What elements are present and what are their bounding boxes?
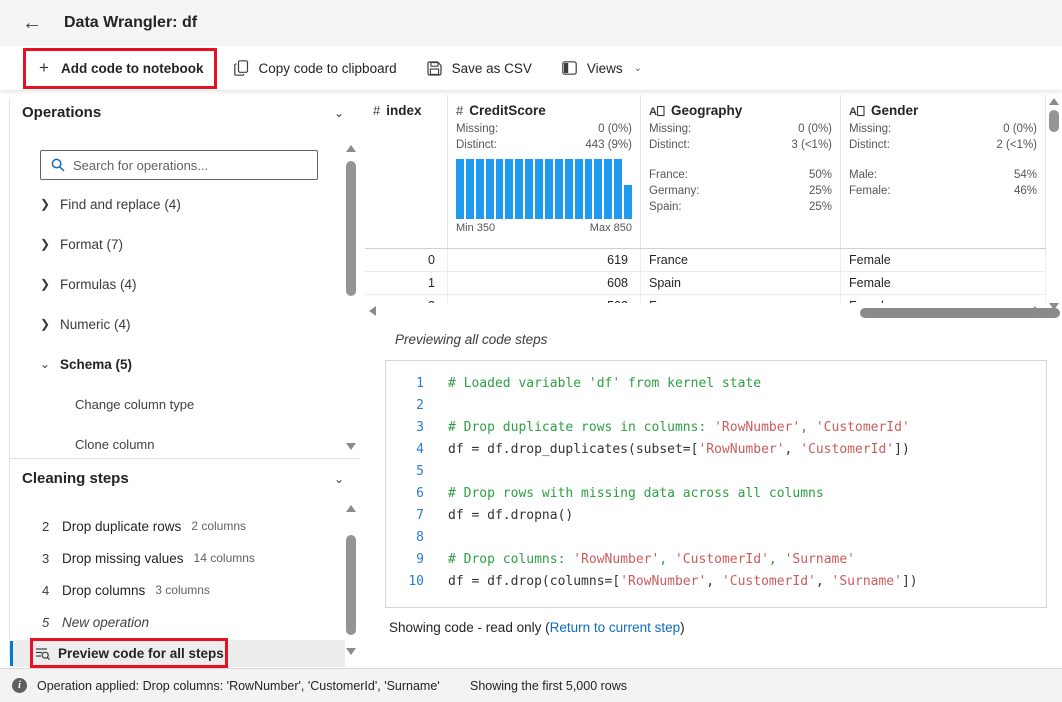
section-divider [9, 458, 359, 459]
column-header-index[interactable]: # index [365, 95, 448, 248]
creditscore-histogram [456, 159, 632, 219]
scroll-down-arrow-icon[interactable] [346, 648, 356, 655]
grid-rows: 0 619 France Female 1 608 Spain Female 2… [365, 248, 1046, 303]
column-header-geography[interactable]: A Geography Missing:0 (0%) Distinct:3 (<… [641, 95, 841, 248]
code-editor[interactable]: 1# Loaded variable 'df' from kernel stat… [385, 360, 1047, 608]
grid-header: # index # CreditScore Missing:0 (0%) Dis… [365, 95, 1046, 248]
text-type-icon: A [849, 104, 865, 117]
operation-change-column-type[interactable]: Change column type [0, 384, 340, 424]
column-header-creditscore[interactable]: # CreditScore Missing:0 (0%) Distinct:44… [448, 95, 641, 248]
page-title: Data Wrangler: df [64, 14, 197, 32]
save-icon [427, 60, 443, 76]
svg-text:A: A [649, 106, 657, 117]
add-code-to-notebook-button[interactable]: + Add code to notebook [36, 60, 204, 76]
operations-collapse-chevron-icon[interactable]: ⌄ [334, 106, 344, 120]
return-to-current-step-link[interactable]: Return to current step [550, 620, 681, 635]
toolbar: + Add code to notebook Copy code to clip… [0, 46, 1062, 90]
preview-code-for-all-steps[interactable]: Preview code for all steps [13, 640, 345, 667]
numeric-type-icon: # [456, 103, 463, 118]
copy-icon [234, 60, 250, 76]
text-type-icon: A [649, 104, 665, 117]
cleaning-steps-section-title: Cleaning steps [22, 470, 129, 487]
grid-vertical-scrollbar[interactable] [1048, 98, 1060, 310]
scroll-down-arrow-icon[interactable] [346, 443, 356, 450]
cleaning-steps-scrollbar-thumb[interactable] [346, 535, 356, 635]
step-drop-missing-values[interactable]: 3 Drop missing values 14 columns [0, 542, 340, 574]
table-row[interactable]: 1 608 Spain Female [365, 272, 1046, 295]
scroll-up-arrow-icon[interactable] [1049, 98, 1059, 105]
operations-list: ❯ Find and replace (4) ❯ Format (7) ❯ Fo… [0, 184, 340, 464]
code-caption: Previewing all code steps [395, 332, 547, 347]
search-icon [51, 158, 65, 172]
step-new-operation[interactable]: 5 New operation [0, 606, 340, 638]
status-message: Operation applied: Drop columns: 'RowNum… [37, 679, 440, 693]
scroll-up-arrow-icon[interactable] [346, 505, 356, 512]
chevron-down-icon: ⌄ [634, 63, 642, 74]
chevron-right-icon: ❯ [30, 237, 60, 251]
scroll-left-arrow-icon[interactable] [369, 306, 376, 316]
grid-horizontal-scrollbar[interactable] [365, 303, 1045, 318]
operations-scrollbar-thumb[interactable] [346, 161, 356, 296]
code-footer: Showing code - read only (Return to curr… [389, 620, 685, 635]
scroll-up-arrow-icon[interactable] [346, 145, 356, 152]
grid-hscrollbar-thumb[interactable] [860, 308, 1060, 318]
cleaning-steps-list: 2 Drop duplicate rows 2 columns 3 Drop m… [0, 510, 340, 638]
operation-group-format[interactable]: ❯ Format (7) [0, 224, 340, 264]
info-icon: i [12, 678, 27, 693]
operation-group-formulas[interactable]: ❯ Formulas (4) [0, 264, 340, 304]
svg-text:A: A [849, 106, 857, 117]
rows-info: Showing the first 5,000 rows [470, 679, 627, 693]
plus-icon: + [36, 60, 52, 76]
operations-search[interactable] [40, 150, 318, 180]
views-icon [562, 60, 578, 76]
operations-section-title: Operations [22, 104, 101, 121]
titlebar: ← Data Wrangler: df [0, 0, 1062, 46]
step-drop-duplicate-rows[interactable]: 2 Drop duplicate rows 2 columns [0, 510, 340, 542]
search-input[interactable] [73, 158, 317, 173]
operation-group-numeric[interactable]: ❯ Numeric (4) [0, 304, 340, 344]
chevron-down-icon: ⌄ [30, 357, 60, 371]
copy-code-button[interactable]: Copy code to clipboard [234, 60, 397, 76]
save-as-csv-button[interactable]: Save as CSV [427, 60, 532, 76]
back-arrow-icon[interactable]: ← [22, 12, 42, 35]
cleaning-steps-collapse-chevron-icon[interactable]: ⌄ [334, 472, 344, 486]
data-grid: # index # CreditScore Missing:0 (0%) Dis… [365, 90, 1062, 320]
preview-code-icon [35, 647, 50, 661]
table-row[interactable]: 0 619 France Female [365, 249, 1046, 272]
step-drop-columns[interactable]: 4 Drop columns 3 columns [0, 574, 340, 606]
code-lines: 1# Loaded variable 'df' from kernel stat… [386, 361, 1046, 593]
scroll-right-arrow-icon[interactable] [1034, 306, 1041, 316]
cleaning-steps-scrollbar[interactable] [345, 505, 357, 655]
chevron-right-icon: ❯ [30, 197, 60, 211]
main-area: # index # CreditScore Missing:0 (0%) Dis… [365, 90, 1062, 668]
status-bar: i Operation applied: Drop columns: 'RowN… [0, 668, 1062, 702]
sidebar: Operations ⌄ ❯ Find and replace (4) ❯ Fo… [0, 90, 365, 668]
operation-group-schema[interactable]: ⌄ Schema (5) [0, 344, 340, 384]
numeric-type-icon: # [373, 103, 380, 118]
column-header-gender[interactable]: A Gender Missing:0 (0%) Distinct:2 (<1%)… [841, 95, 1046, 248]
chevron-right-icon: ❯ [30, 317, 60, 331]
operation-group-find-and-replace[interactable]: ❯ Find and replace (4) [0, 184, 340, 224]
table-row[interactable]: 2 502 France Female [365, 295, 1046, 303]
grid-vscrollbar-thumb[interactable] [1049, 110, 1059, 132]
chevron-right-icon: ❯ [30, 277, 60, 291]
code-preview-panel: Previewing all code steps 1# Loaded vari… [365, 320, 1062, 668]
views-button[interactable]: Views ⌄ [562, 60, 642, 76]
operations-scrollbar[interactable] [345, 145, 357, 450]
